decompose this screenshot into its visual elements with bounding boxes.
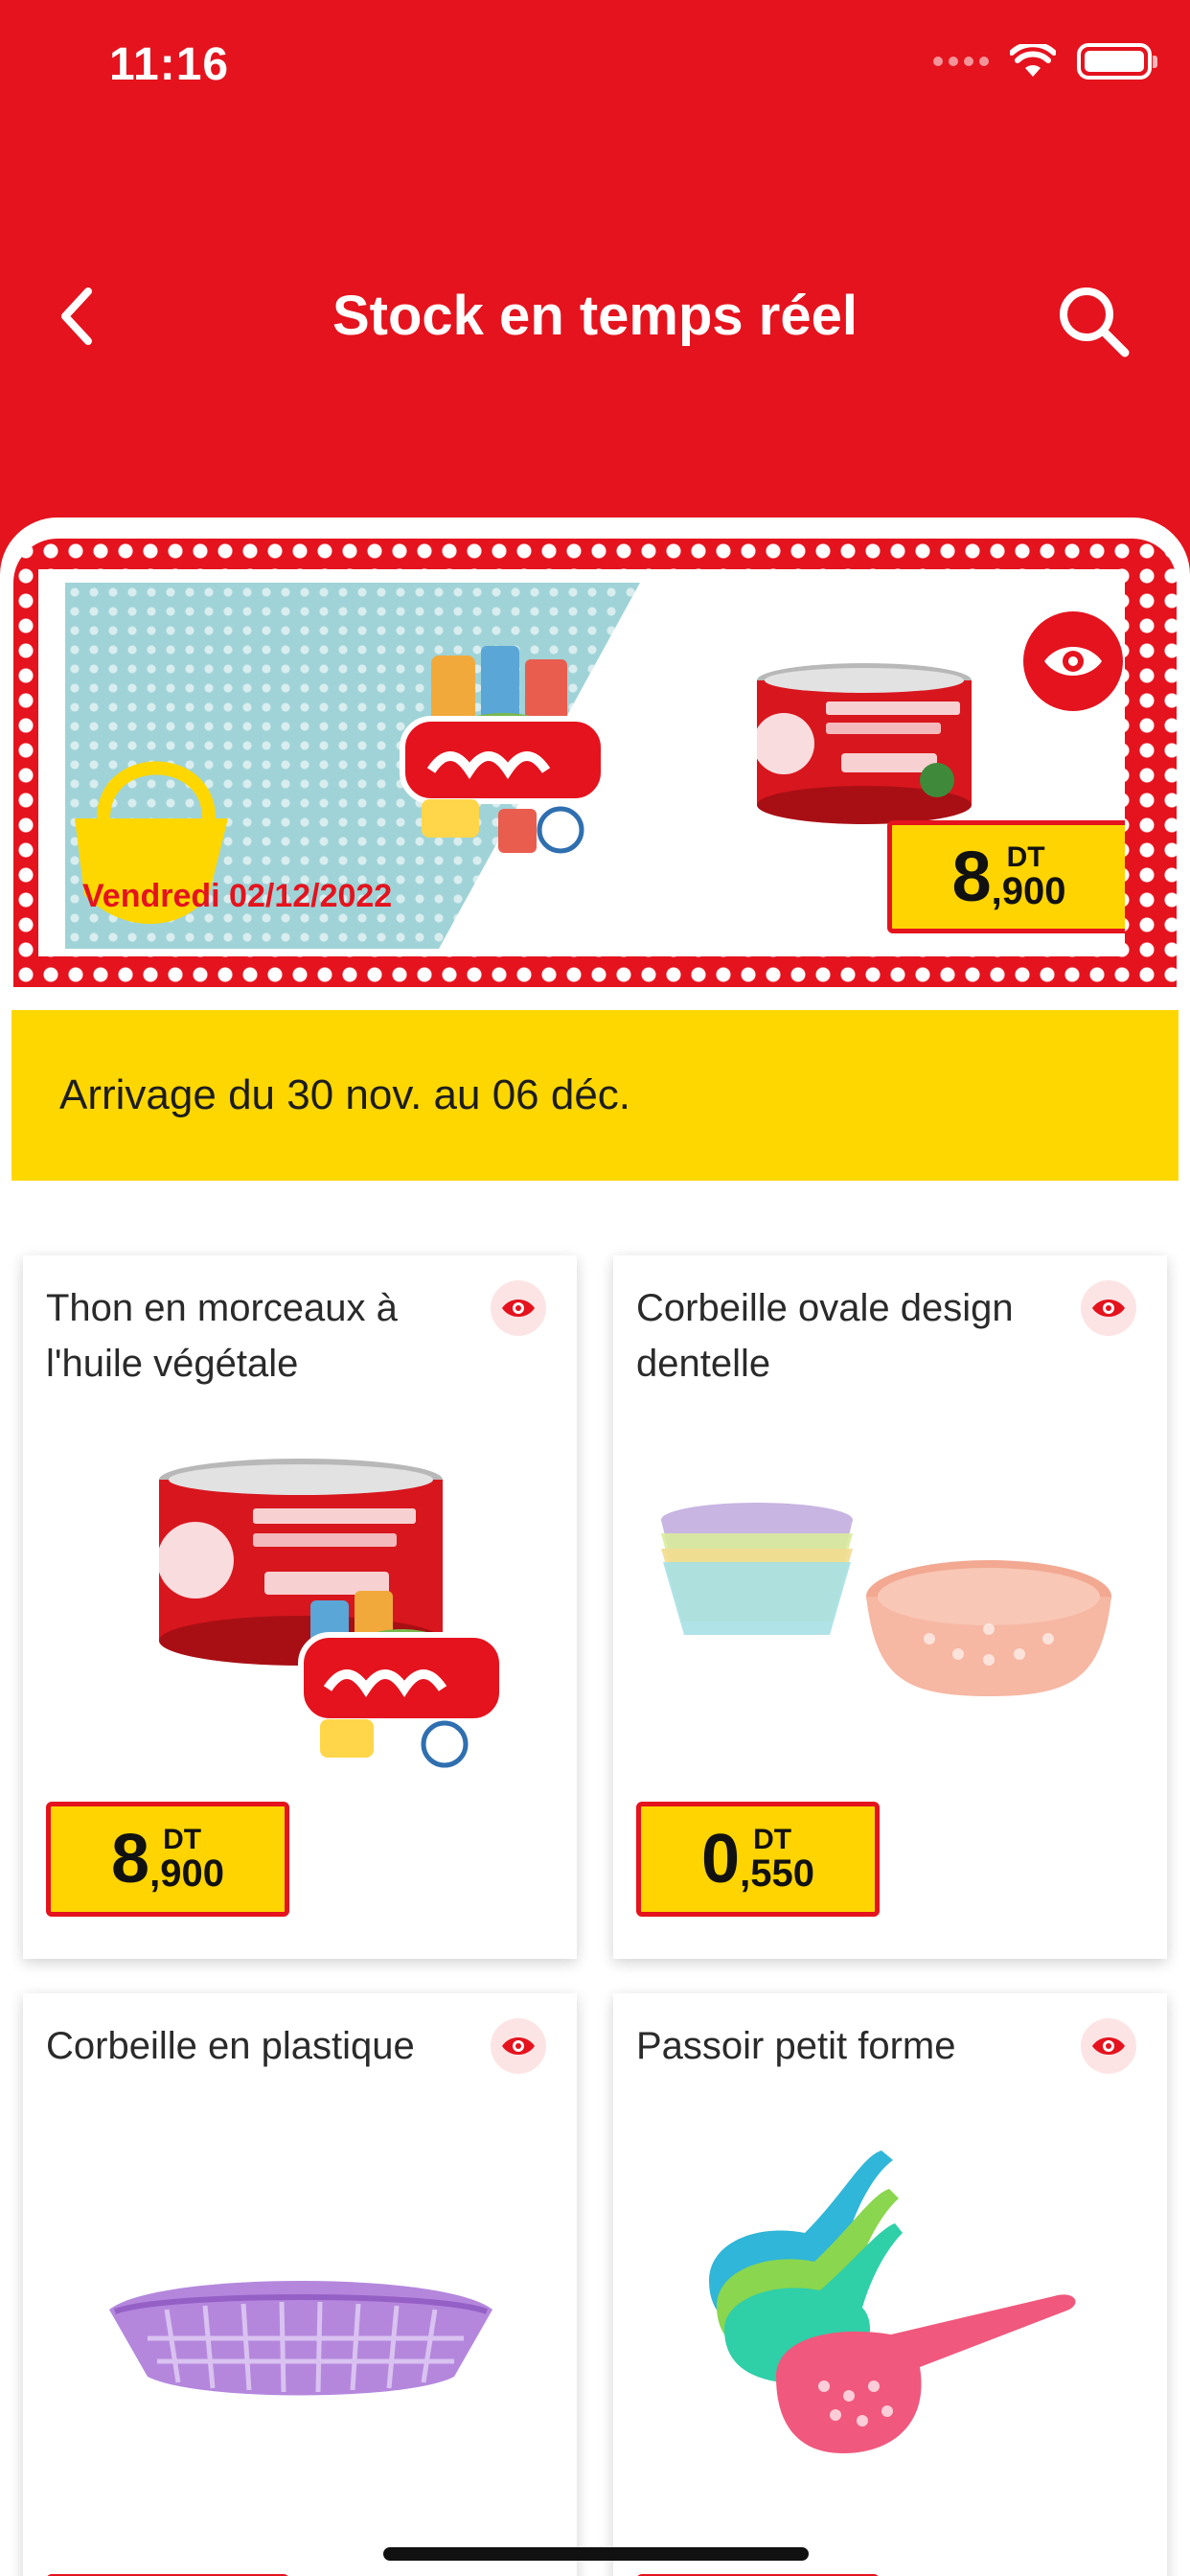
promo-price-tag: 8 DT ,900 [887, 820, 1125, 933]
price-decimal: ,900 [149, 1852, 224, 1895]
product-title: Passoir petit forme [636, 2025, 956, 2067]
eye-icon [1044, 647, 1102, 676]
price-tag: 0 DT ,550 [636, 1802, 880, 1917]
search-icon [1060, 288, 1130, 357]
price-currency: DT [163, 1824, 202, 1855]
price-integer: 0 [701, 1821, 741, 1898]
search-button[interactable] [1050, 278, 1136, 364]
promo-date: Vendredi 02/12/2022 [82, 878, 393, 914]
view-button[interactable] [1081, 2018, 1136, 2074]
tuna-can-image [157, 1459, 505, 1768]
product-title: Corbeille ovale design dentelle [636, 1287, 1014, 1385]
promo-banner[interactable]: Vendredi 02/12/2022 8 DT ,900 [38, 569, 1125, 956]
friday-product-logo [400, 646, 606, 854]
product-card[interactable]: Corbeille ovale design dentelle 0 DT ,55… [613, 1255, 1167, 1959]
price-integer: 8 [951, 837, 992, 916]
page-title: Stock en temps réel [332, 285, 858, 347]
wifi-icon [1010, 44, 1056, 77]
status-time: 11:16 [109, 39, 230, 90]
promo-dotted-border: Vendredi 02/12/2022 8 DT ,900 [13, 539, 1177, 987]
eye-icon [1092, 2037, 1125, 2055]
product-card[interactable]: Passoir petit forme DT [613, 1993, 1167, 2576]
product-card[interactable]: Corbeille en plastique DT [23, 1993, 577, 2576]
home-indicator[interactable] [383, 2547, 809, 2561]
promo-banner-frame: Vendredi 02/12/2022 8 DT ,900 [0, 518, 1190, 987]
tuna-can-image [753, 663, 972, 824]
battery-icon [1077, 43, 1157, 80]
eye-icon [1092, 1300, 1125, 1317]
product-title: Corbeille en plastique [46, 2025, 415, 2067]
app-header: 11:16 Stock en temps réel [0, 0, 1190, 575]
price-tag: 8 DT ,900 [46, 1802, 289, 1917]
status-icons [933, 42, 1157, 80]
price-currency: DT [1006, 841, 1045, 873]
price-decimal: ,900 [991, 870, 1066, 912]
view-button[interactable] [491, 2018, 546, 2074]
colander-image [709, 2150, 1076, 2453]
signal-icon [933, 57, 989, 66]
price-currency: DT [753, 1824, 792, 1855]
product-card[interactable]: Thon en morceaux à l'huile végétale 8 DT… [23, 1255, 577, 1959]
eye-icon [502, 2037, 535, 2055]
price-decimal: ,550 [740, 1852, 814, 1895]
promo-view-button[interactable] [1023, 611, 1123, 711]
price-integer: 8 [111, 1821, 150, 1898]
lace-basket-image [661, 1503, 1111, 1696]
view-button[interactable] [491, 1280, 546, 1336]
view-button[interactable] [1081, 1280, 1136, 1336]
plastic-basket-image [109, 2281, 492, 2396]
eye-icon [502, 1300, 535, 1317]
arrival-banner: Arrivage du 30 nov. au 06 déc. [11, 1010, 1179, 1181]
product-title: Thon en morceaux à l'huile végétale [46, 1287, 398, 1385]
